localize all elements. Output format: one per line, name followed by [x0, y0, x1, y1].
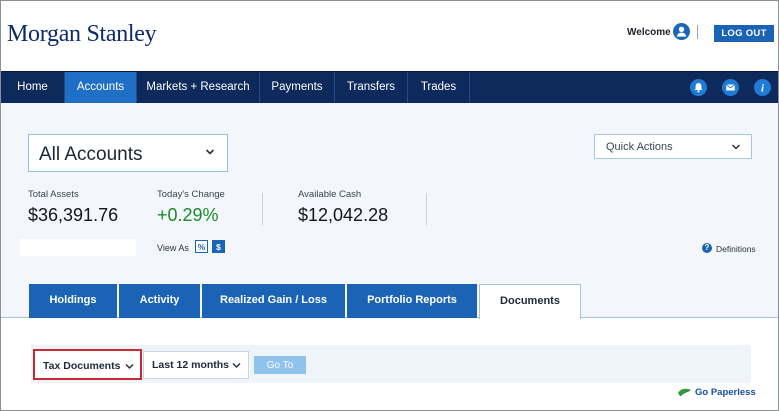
nav-item-trades[interactable]: Trades: [408, 72, 470, 104]
go-paperless-link[interactable]: Go Paperless: [695, 387, 756, 398]
todays-change-value: +0.29%: [157, 205, 219, 225]
go-to-button[interactable]: Go To: [254, 356, 306, 374]
main-nav: Home Accounts Markets + Research Payment…: [1, 71, 778, 104]
total-assets-label: Total Assets: [28, 189, 79, 200]
available-cash-value: $12,042.28: [298, 205, 389, 225]
logout-button[interactable]: LOG OUT: [714, 25, 774, 42]
help-icon[interactable]: ?: [702, 243, 712, 253]
document-type-label: Tax Documents: [43, 360, 121, 372]
date-range-dropdown[interactable]: Last 12 months: [143, 351, 249, 379]
tab-holdings[interactable]: Holdings: [29, 284, 117, 318]
view-as-percent-toggle[interactable]: %: [195, 240, 208, 253]
nav-item-home[interactable]: Home: [1, 72, 65, 104]
stat-divider: [262, 193, 263, 225]
todays-change-label: Today's Change: [157, 189, 225, 200]
document-type-dropdown[interactable]: Tax Documents: [33, 349, 142, 380]
tab-realized-gain-loss[interactable]: Realized Gain / Loss: [202, 284, 345, 318]
view-as-dollar-toggle[interactable]: $: [212, 240, 225, 253]
tab-activity[interactable]: Activity: [119, 284, 200, 318]
info-icon[interactable]: i: [754, 79, 771, 96]
header-divider: [697, 25, 698, 39]
tab-documents[interactable]: Documents: [479, 284, 581, 319]
total-assets-value: $36,391.76: [28, 205, 119, 225]
available-cash-label: Available Cash: [298, 189, 362, 200]
user-icon[interactable]: [673, 23, 690, 40]
bell-icon[interactable]: [690, 79, 707, 96]
chevron-down-icon: [125, 363, 134, 370]
chevron-down-icon: [232, 362, 241, 369]
browser-frame: Morgan Stanley Welcome LOG OUT Home Acco…: [0, 0, 779, 411]
quick-actions-label: Quick Actions: [606, 141, 673, 153]
definitions-link[interactable]: Definitions: [716, 244, 756, 254]
date-range-label: Last 12 months: [152, 359, 230, 371]
mail-icon[interactable]: [722, 79, 739, 96]
stat-divider: [426, 193, 427, 225]
masked-field: [20, 239, 136, 256]
chevron-down-icon: [205, 149, 215, 155]
nav-item-accounts[interactable]: Accounts: [65, 72, 137, 104]
info-glyph: i: [761, 83, 765, 95]
welcome-text: Welcome: [627, 27, 671, 38]
nav-item-payments[interactable]: Payments: [260, 72, 335, 104]
brand-logo[interactable]: Morgan Stanley: [7, 21, 157, 48]
chevron-down-icon: [731, 144, 741, 150]
leaf-icon: [678, 388, 691, 397]
quick-actions-dropdown[interactable]: Quick Actions: [594, 134, 752, 159]
nav-item-transfers[interactable]: Transfers: [335, 72, 408, 104]
account-selector-label: All Accounts: [39, 144, 143, 165]
view-as-label: View As: [157, 243, 189, 253]
nav-item-markets-research[interactable]: Markets + Research: [137, 72, 260, 104]
account-selector[interactable]: All Accounts: [28, 134, 228, 172]
tab-portfolio-reports[interactable]: Portfolio Reports: [347, 284, 477, 318]
